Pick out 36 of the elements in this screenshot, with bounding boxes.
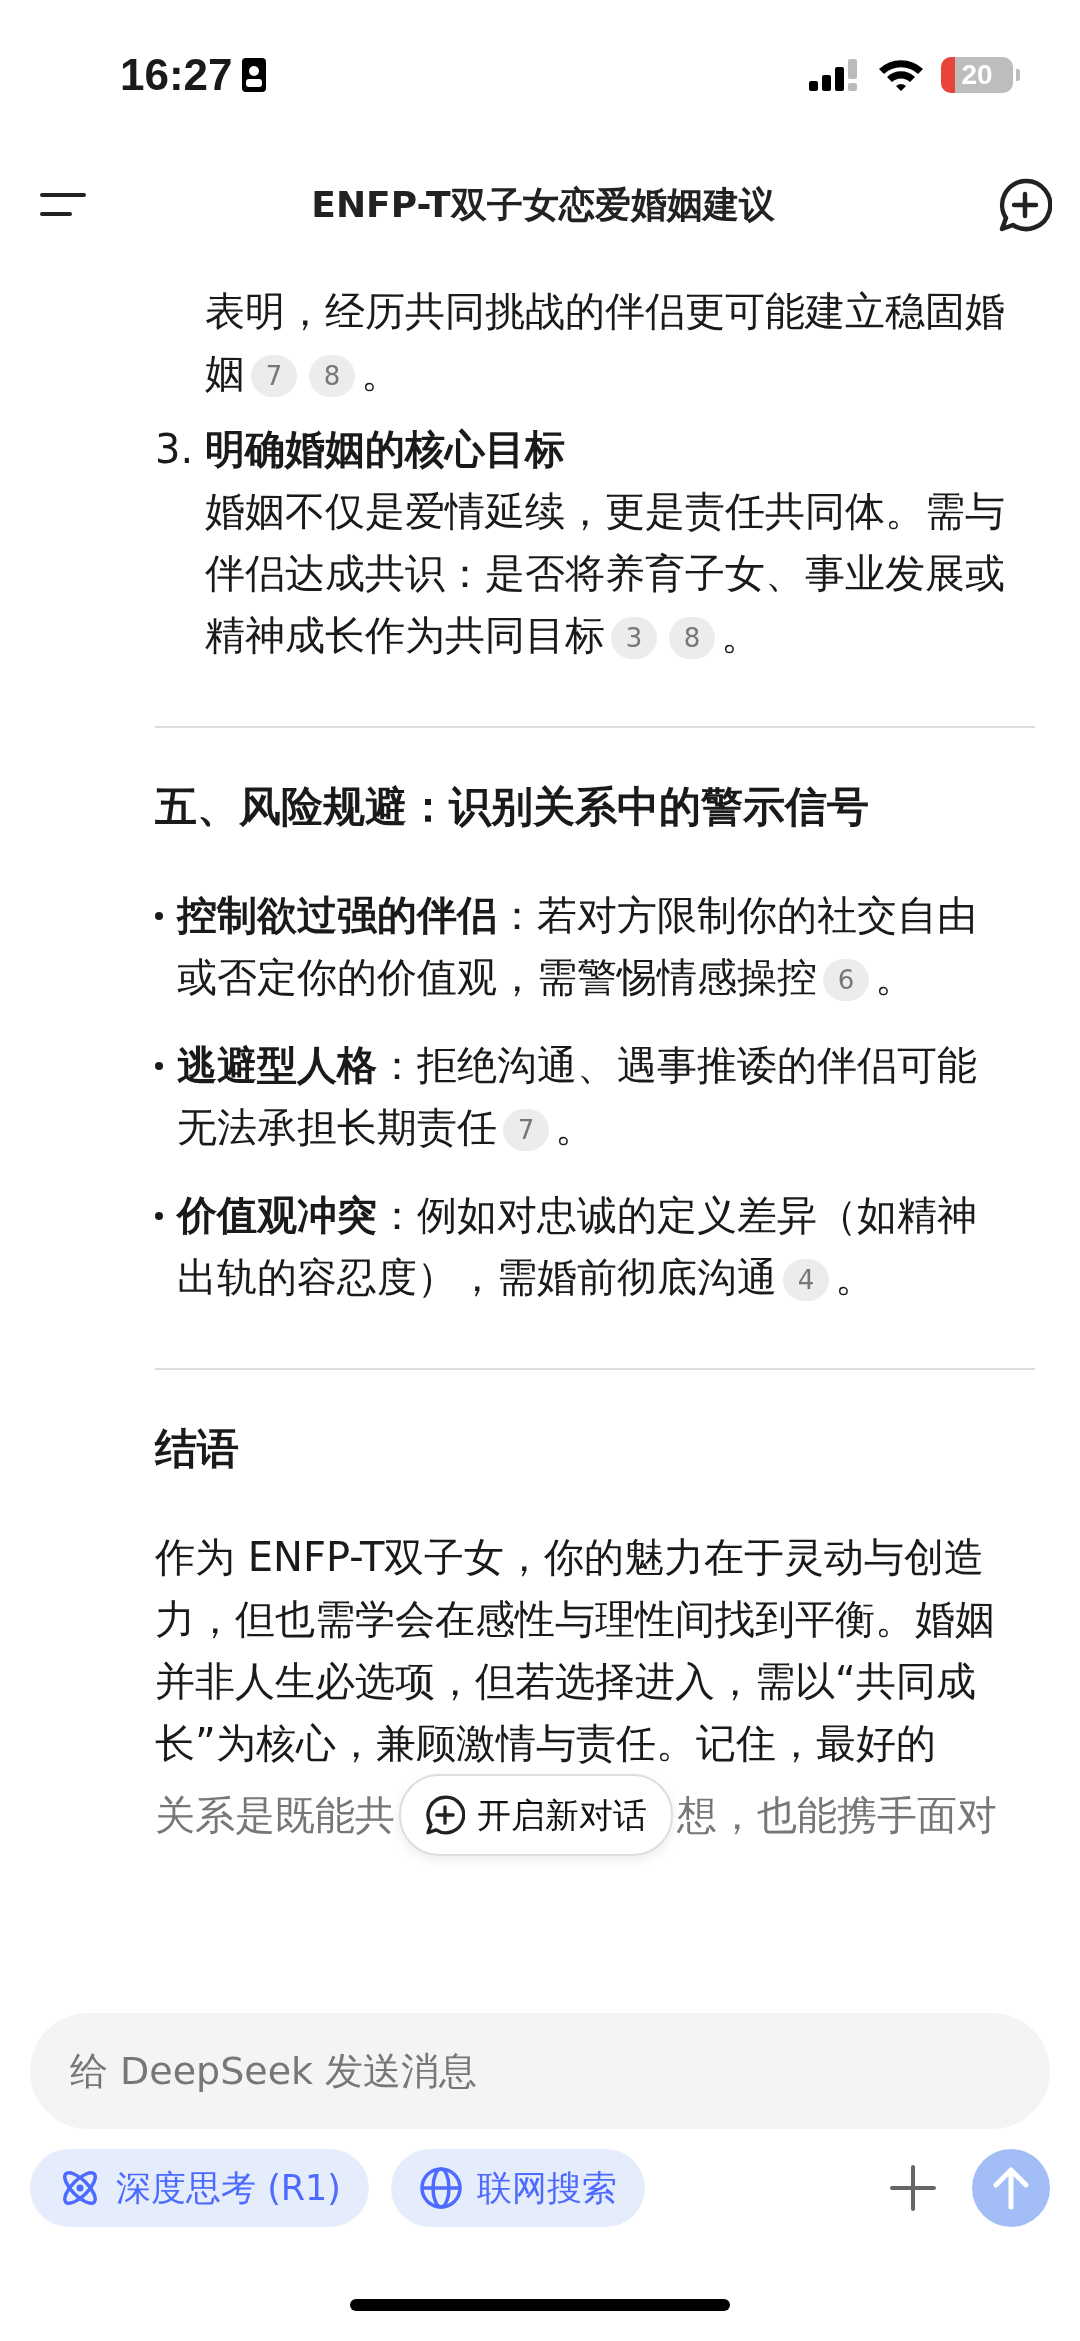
citation-badge[interactable]: 4 [783,1259,829,1301]
bullet-text: 控制欲过强的伴侣：若对方限制你的社交自由或否定你的价值观，需警惕情感操控 6 。 [177,891,978,1003]
bullet-text: 逃避型人格：拒绝沟通、遇事推诿的伴侣可能无法承担长期责任 7 。 [177,1041,978,1153]
list-number: 3. [155,425,195,474]
new-chat-icon[interactable] [998,178,1052,232]
id-card-icon [240,57,267,93]
chat-title: ENFP-T双子女恋爱婚姻建议 [311,182,775,227]
bullet-text: 价值观冲突：例如对忠诚的定义差异（如精神出轨的容忍度），需婚前彻底沟通 4 。 [177,1191,978,1303]
answer-text: 表明，经历共同挑战的伴侣更可能建立稳固婚姻 7 8 。 [205,287,1005,399]
globe-icon [419,2166,464,2210]
bullet-dot [155,1062,163,1070]
new-chat-icon [425,1795,465,1835]
bullet-dot [155,1212,163,1220]
section-heading: 五、风险规避：识别关系中的警示信号 [155,781,870,833]
citation-badge[interactable]: 6 [823,959,869,1001]
deep-think-button[interactable]: 深度思考 (R1) [30,2149,370,2227]
answer-text: 婚姻不仅是爱情延续，更是责任共同体。需与伴侣达成共识：是否将养育子女、事业发展或精神成长作为共同目标 3 8 。 [205,487,1005,661]
section-heading: 结语 [155,1423,240,1475]
item-title: 明确婚姻的核心目标 [205,425,565,474]
citation-badge[interactable]: 7 [503,1109,549,1151]
status-time: 16:27 [120,50,233,100]
menu-icon[interactable] [40,193,88,217]
arrow-up-icon [991,2165,1031,2211]
bullet-dot [155,912,163,920]
citation-badge[interactable]: 8 [669,617,715,659]
citation-badge[interactable]: 3 [611,617,657,659]
message-input[interactable]: 给 DeepSeek 发送消息 [30,2013,1050,2129]
new-chat-button[interactable]: 开启新对话 [399,1774,673,1856]
wifi-icon [877,57,925,93]
faded-text: 关系是既能共 [155,1791,395,1840]
plus-icon[interactable] [890,2165,936,2211]
web-search-button[interactable]: 联网搜索 [391,2149,646,2227]
faded-text: 想，也能携手面对 [677,1791,997,1840]
citation-badge[interactable]: 8 [309,355,355,397]
conclusion-text: 作为 ENFP-T双子女，你的魅力在于灵动与创造力，但也需学会在感性与理性间找到平衡。婚姻并非人生必选项，但若选择进入，需以“共同成长”为核心，兼顾激情与责任。记住，最好的 [155,1533,996,1768]
citation-badge[interactable]: 7 [251,355,297,397]
